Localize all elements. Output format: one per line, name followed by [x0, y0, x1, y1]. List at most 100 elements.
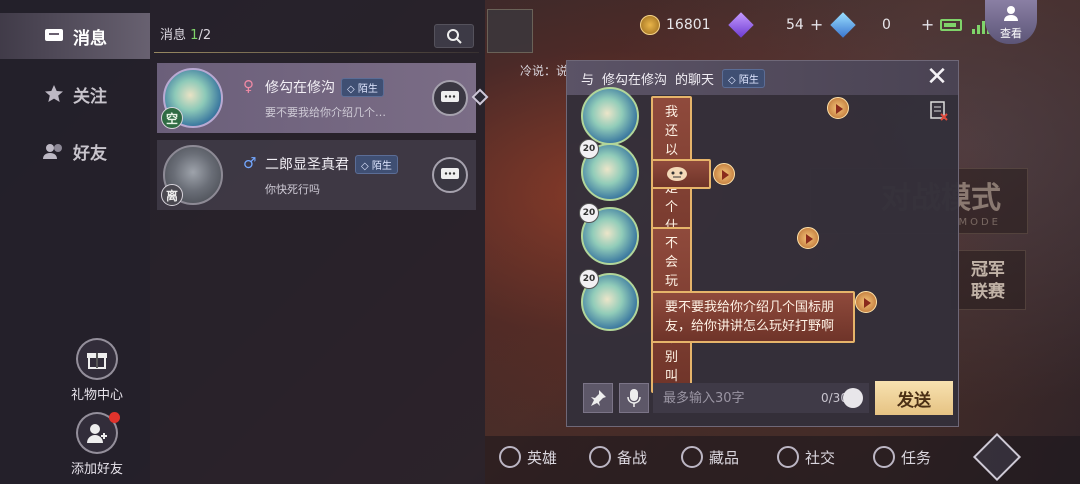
title-suffix: 的聊天 [675, 72, 715, 88]
diamond-counter: 54 + [728, 11, 823, 38]
gold-counter: 16801 [640, 15, 711, 35]
bottom-nav-label: 备战 [617, 448, 648, 467]
collection-icon [681, 446, 703, 468]
view-button-label: 查看 [1000, 27, 1022, 40]
champ-label-top: 冠军 [971, 260, 1005, 280]
user-icon [1004, 6, 1018, 21]
level-badge: 20 [579, 139, 599, 159]
microphone-icon [627, 389, 641, 407]
chat-partner-name: 修勾在修沟 [602, 72, 668, 88]
bottom-nav-social[interactable]: 社交 [777, 446, 835, 468]
chat-window-title: 与 修勾在修沟 的聊天 ◇ 陌生 [567, 61, 958, 95]
message-icon [441, 91, 459, 102]
stranger-label: 陌生 [371, 160, 392, 172]
social-icon [777, 446, 799, 468]
pin-quick-phrase-button[interactable] [583, 383, 613, 413]
gift-icon [76, 338, 118, 380]
male-icon: ♂ [243, 154, 257, 172]
chat-list-item[interactable]: 空 ♀ 修勾在修沟 ◇ 陌生 要不要我给你介绍几个… [157, 63, 489, 133]
last-message-preview: 要不要我给你介绍几个… [265, 106, 386, 119]
chat-bubble-icon [43, 27, 65, 45]
gold-value: 16801 [666, 17, 711, 33]
bottom-nav-label: 英雄 [527, 448, 558, 467]
send-button[interactable]: 发送 [875, 381, 953, 415]
title-prefix: 与 [581, 72, 595, 88]
chat-list-item[interactable]: 离 ♂ 二郎显圣真君 ◇ 陌生 你快死行吗 [157, 140, 476, 210]
buff-slot[interactable] [487, 9, 533, 53]
nav-item-friends[interactable]: 好友 [0, 128, 150, 174]
last-message-preview: 你快死行吗 [265, 183, 320, 196]
contact-name: 修勾在修沟 [265, 80, 335, 96]
cold-label: 冷说：说 [520, 64, 569, 78]
nav-item-messages[interactable]: 消息 [0, 13, 150, 59]
armor-icon [589, 446, 611, 468]
stranger-label: 陌生 [738, 74, 759, 86]
chat-input-bar: 0/30 发送 [583, 381, 953, 417]
level-badge: 20 [579, 269, 599, 289]
search-icon [447, 29, 462, 44]
status-badge: 离 [161, 184, 183, 206]
emoji-icon[interactable] [843, 388, 863, 408]
crystal-counter: 0 + [830, 11, 934, 38]
add-friend-button[interactable]: 添加好友 [62, 412, 132, 477]
voice-play-icon[interactable] [797, 227, 819, 249]
nav-label: 关注 [73, 86, 107, 107]
sender-avatar [581, 87, 639, 145]
gift-center-button[interactable]: 礼物中心 [62, 338, 132, 403]
clear-history-icon[interactable] [930, 101, 948, 121]
add-crystal-button[interactable]: + [921, 15, 934, 34]
nav-label: 消息 [73, 28, 107, 49]
gold-coin-icon [640, 15, 660, 35]
pin-icon [591, 390, 606, 406]
champion-league-card[interactable]: 冠军 联赛 [950, 250, 1026, 310]
bottom-nav-heroes[interactable]: 英雄 [499, 446, 557, 468]
page-total: /2 [198, 28, 212, 43]
stranger-badge: ◇ 陌生 [341, 77, 384, 97]
voice-play-icon[interactable] [855, 291, 877, 313]
stranger-badge: ◇ 陌生 [355, 154, 398, 174]
bottom-nav-tasks[interactable]: 任务 [873, 446, 931, 468]
level-badge: 20 [579, 203, 599, 223]
view-button[interactable]: 查看 [985, 0, 1037, 44]
battery-icon [940, 19, 962, 31]
bottom-nav-label: 任务 [901, 448, 932, 467]
bottom-nav-label: 藏品 [709, 448, 740, 467]
chat-name-row: 二郎显圣真君 ◇ 陌生 [265, 154, 398, 174]
crystal-icon [830, 11, 856, 38]
female-icon: ♀ [243, 77, 254, 95]
close-icon[interactable]: ✕ [924, 64, 950, 91]
voice-input-button[interactable] [619, 383, 649, 413]
diamond-icon [728, 11, 754, 38]
bottom-nav-label: 社交 [805, 448, 836, 467]
friends-icon [43, 142, 65, 160]
crystal-value: 0 [882, 16, 891, 33]
nav-label: 好友 [73, 143, 107, 164]
champ-label-bottom: 联赛 [971, 282, 1005, 302]
message-list-header: 消息 1/2 [160, 24, 211, 43]
open-chat-button[interactable] [432, 157, 468, 193]
add-friend-label: 添加好友 [70, 462, 123, 477]
voice-play-icon[interactable] [713, 163, 735, 185]
notification-dot [109, 412, 120, 423]
left-nav: 消息 关注 好友 礼物中心 添加好友 [0, 0, 150, 484]
chat-name-row: 修勾在修沟 ◇ 陌生 [265, 77, 384, 97]
nav-item-follow[interactable]: 关注 [0, 71, 150, 117]
emote-face-icon [667, 167, 687, 181]
header-divider [154, 52, 479, 53]
message-icon [441, 168, 459, 179]
add-diamond-button[interactable]: + [810, 15, 823, 34]
message-bubble: 要不要我给你介绍几个国标朋友，给你讲讲怎么玩好打野啊 [651, 291, 855, 343]
search-button[interactable] [434, 24, 474, 48]
gift-center-label: 礼物中心 [70, 388, 123, 403]
tasks-icon [873, 446, 895, 468]
header-label: 消息 [160, 28, 187, 43]
star-icon [43, 85, 65, 103]
open-chat-button[interactable] [432, 80, 468, 116]
bottom-nav-prepare[interactable]: 备战 [589, 446, 647, 468]
chat-window: 与 修勾在修沟 的聊天 ◇ 陌生 ✕ 我还以为是个什么东西 20 20 不会玩打… [566, 60, 959, 427]
status-badge: 空 [161, 107, 183, 129]
bottom-nav-collection[interactable]: 藏品 [681, 446, 739, 468]
contact-name: 二郎显圣真君 [265, 157, 349, 173]
message-list-panel: 消息 1/2 空 ♀ 修勾在修沟 ◇ 陌生 要不要我给你介绍几个… 离 ♂ 二郎… [150, 0, 489, 484]
voice-play-icon[interactable] [827, 97, 849, 119]
